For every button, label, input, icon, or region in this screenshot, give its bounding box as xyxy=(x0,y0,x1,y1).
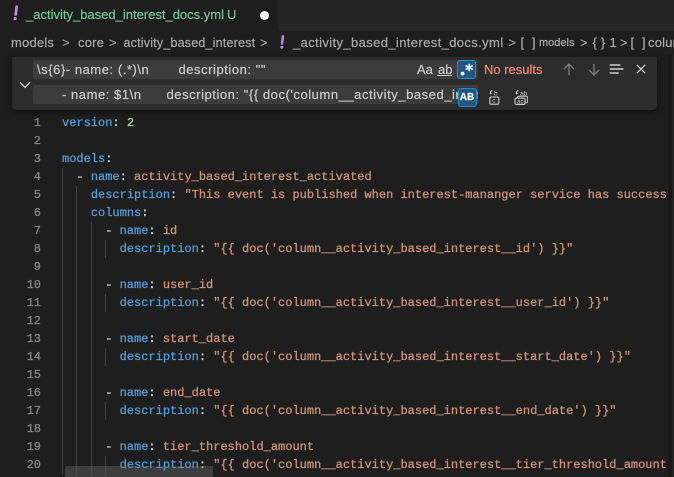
svg-text:c: c xyxy=(492,98,496,105)
svg-text:b: b xyxy=(494,91,498,98)
svg-text:ac: ac xyxy=(516,98,524,105)
